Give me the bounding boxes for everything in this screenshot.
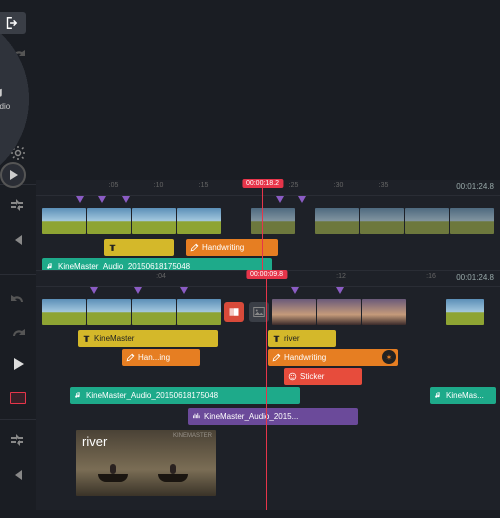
clip-thumb[interactable] xyxy=(42,299,86,325)
playhead-time-1: 00:00:18.2 xyxy=(242,179,283,188)
audio-clip-b[interactable]: KineMaster_Audio_2015... xyxy=(188,408,358,425)
sidebar-timeline2 xyxy=(0,270,36,510)
bookmark-icon[interactable] xyxy=(336,287,344,294)
timeline-1[interactable]: :05:10:15:20:25:30:35 00:01:24.8 00:00:1… xyxy=(36,180,500,270)
play-button[interactable] xyxy=(0,347,36,381)
bookmark-icon[interactable] xyxy=(90,287,98,294)
clip-thumb[interactable] xyxy=(272,299,316,325)
tracks-toggle-1[interactable] xyxy=(0,189,36,223)
clip-thumb[interactable] xyxy=(315,208,359,234)
undo-2[interactable] xyxy=(0,279,36,313)
bookmark-icon[interactable] xyxy=(122,196,130,203)
clip-thumb[interactable] xyxy=(87,299,131,325)
preview-play-button[interactable] xyxy=(0,162,26,188)
bookmark-icon[interactable] xyxy=(98,196,106,203)
clip-thumb[interactable] xyxy=(177,299,221,325)
clip-thumb[interactable] xyxy=(317,299,361,325)
bookmark-icon[interactable] xyxy=(291,287,299,294)
audio-clip-c[interactable]: KineMas... xyxy=(430,387,496,404)
handwriting-clip[interactable]: Handwriting xyxy=(186,239,278,256)
boat-graphic xyxy=(98,474,128,482)
sidebar-timeline1 xyxy=(0,180,36,270)
tracks-toggle-2[interactable] xyxy=(0,424,36,458)
clip-thumb[interactable] xyxy=(446,299,484,325)
bookmark-icon[interactable] xyxy=(276,196,284,203)
video-track-2[interactable] xyxy=(36,295,500,329)
radial-audio-label: Audio xyxy=(0,102,10,111)
clip-thumb[interactable] xyxy=(251,208,295,234)
boat-graphic xyxy=(158,474,188,482)
duration-1: 00:01:24.8 xyxy=(456,182,494,191)
clip-thumb[interactable] xyxy=(177,208,221,234)
clip-preview-watermark: KINEMASTER xyxy=(173,433,212,439)
prev-keyframe-2[interactable] xyxy=(0,458,36,492)
sticker-clip[interactable]: Sticker xyxy=(284,368,362,385)
clip-thumb[interactable] xyxy=(87,208,131,234)
timeline-2[interactable]: :04:08:12:16 00:01:24.8 00:00:09.8 xyxy=(36,270,500,510)
handwriting-clip-b[interactable]: Handwriting✶ xyxy=(268,349,398,366)
radial-menu: Media Browser Layer Audio Voice xyxy=(0,6,32,192)
text-clip[interactable] xyxy=(104,239,174,256)
transition-icon[interactable] xyxy=(224,302,244,322)
prev-keyframe-1[interactable] xyxy=(0,223,36,257)
bookmark-icon[interactable] xyxy=(134,287,142,294)
bookmark-icon[interactable] xyxy=(180,287,188,294)
duration-2: 00:01:24.8 xyxy=(456,273,494,282)
bookmark-icon[interactable] xyxy=(76,196,84,203)
handwriting-clip-a[interactable]: Han...ing xyxy=(122,349,200,366)
bookmark-icon[interactable] xyxy=(298,196,306,203)
redo-2[interactable] xyxy=(0,313,36,347)
clip-thumb[interactable] xyxy=(132,299,176,325)
clip-preview-river[interactable]: river KINEMASTER xyxy=(76,430,216,496)
clip-thumb[interactable] xyxy=(450,208,494,234)
playhead-time-2: 00:00:09.8 xyxy=(246,270,287,279)
exit-button[interactable] xyxy=(0,12,26,34)
clip-thumb[interactable] xyxy=(360,208,404,234)
video-track-1[interactable] xyxy=(36,204,500,238)
clip-preview-label: river xyxy=(82,434,107,449)
clip-thumb[interactable] xyxy=(132,208,176,234)
radial-audio[interactable]: Audio xyxy=(0,87,24,111)
fx-badge-icon: ✶ xyxy=(382,350,396,364)
clip-thumb[interactable] xyxy=(42,208,86,234)
text-clip-river[interactable]: river xyxy=(268,330,336,347)
clip-thumb[interactable] xyxy=(362,299,406,325)
text-clip-kinemaster[interactable]: KineMaster xyxy=(78,330,218,347)
clip-thumb[interactable] xyxy=(405,208,449,234)
record-toggle[interactable] xyxy=(0,381,36,415)
